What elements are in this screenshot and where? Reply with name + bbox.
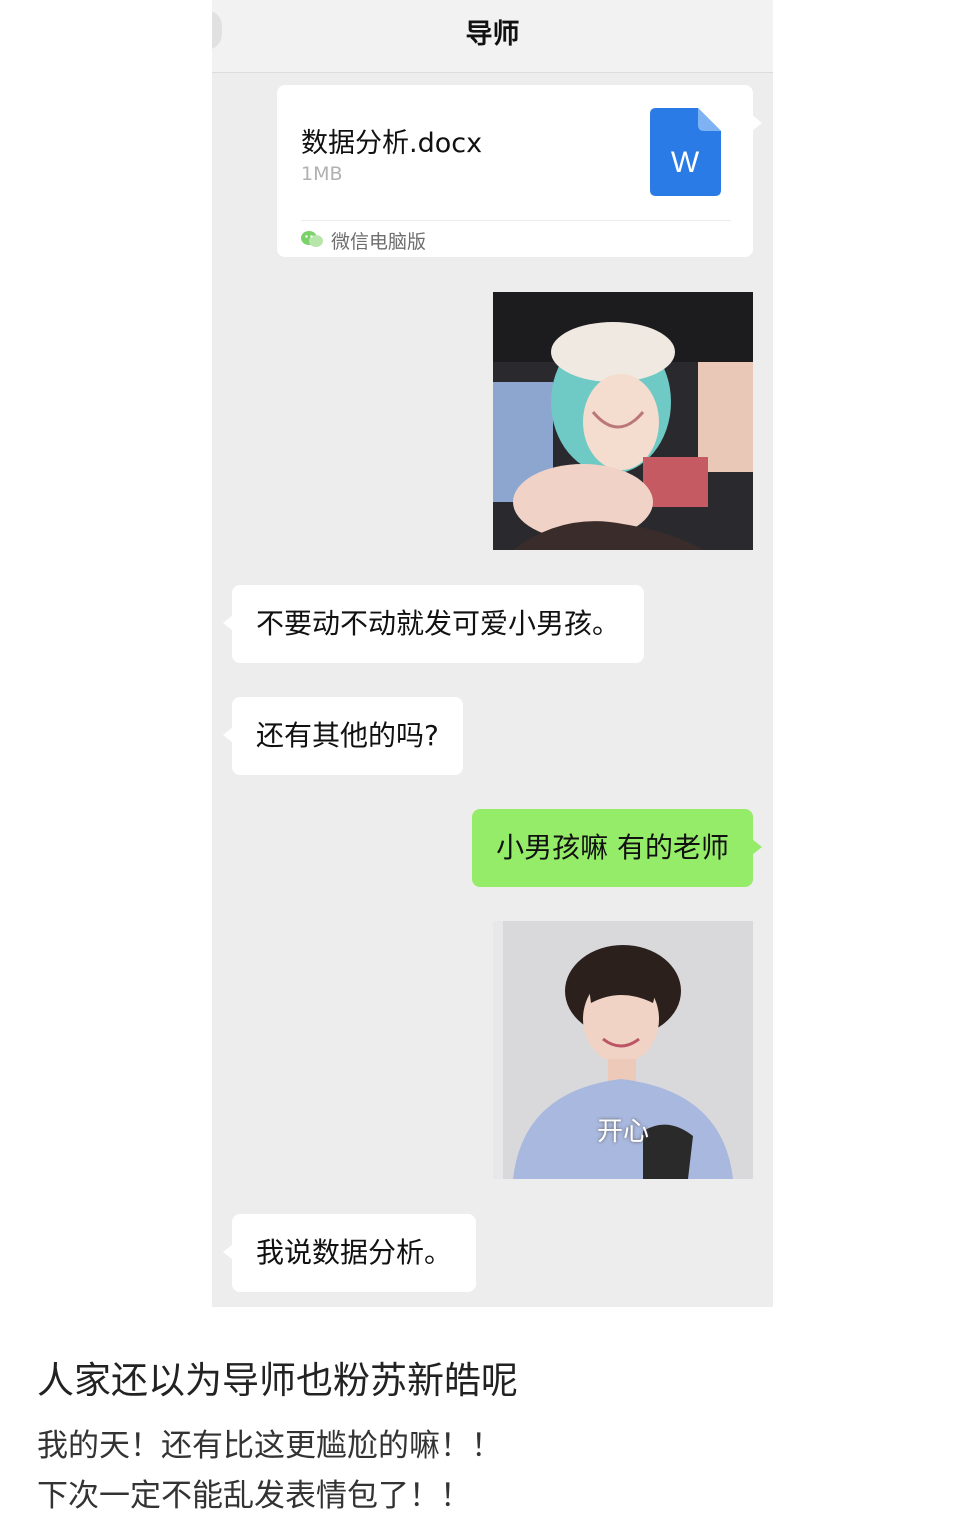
divider — [301, 220, 731, 221]
file-source: 微信电脑版 — [331, 231, 427, 253]
word-icon-letter: W — [671, 146, 700, 179]
file-message[interactable]: 数据分析.docx 1MB W 微信电脑版 — [277, 85, 762, 257]
sticker-caption: 开心 — [596, 1117, 649, 1147]
post-text-line: 下次一定不能乱发表情包了！！ — [37, 1478, 471, 1514]
photo-sticker-2[interactable]: 开心 — [493, 921, 753, 1179]
message-bubble-outgoing[interactable]: 小男孩嘛 有的老师 — [472, 809, 762, 887]
message-bubble-incoming[interactable]: 还有其他的吗? — [223, 697, 463, 775]
post-text-line: 我的天！还有比这更尴尬的嘛！！ — [37, 1428, 502, 1464]
word-document-icon: W — [650, 108, 721, 196]
chat-header: 导师 — [212, 0, 773, 73]
file-size: 1MB — [301, 163, 343, 185]
chat-title: 导师 — [465, 19, 520, 50]
sticker-image — [493, 292, 753, 550]
file-name: 数据分析.docx — [301, 128, 483, 159]
message-bubble-incoming[interactable]: 我说数据分析。 — [222, 1214, 477, 1292]
wechat-icon — [301, 231, 323, 247]
photo-sticker-1[interactable] — [493, 292, 753, 550]
message-bubble-incoming[interactable]: 不要动不动就发可爱小男孩。 — [222, 585, 645, 663]
post-title: 人家还以为导师也粉苏新皓呢 — [37, 1359, 518, 1402]
chat-screen: 导师 数据分析.docx 1MB W 微信电脑版 不要动不动就发可爱小男孩。 还… — [212, 0, 773, 1307]
